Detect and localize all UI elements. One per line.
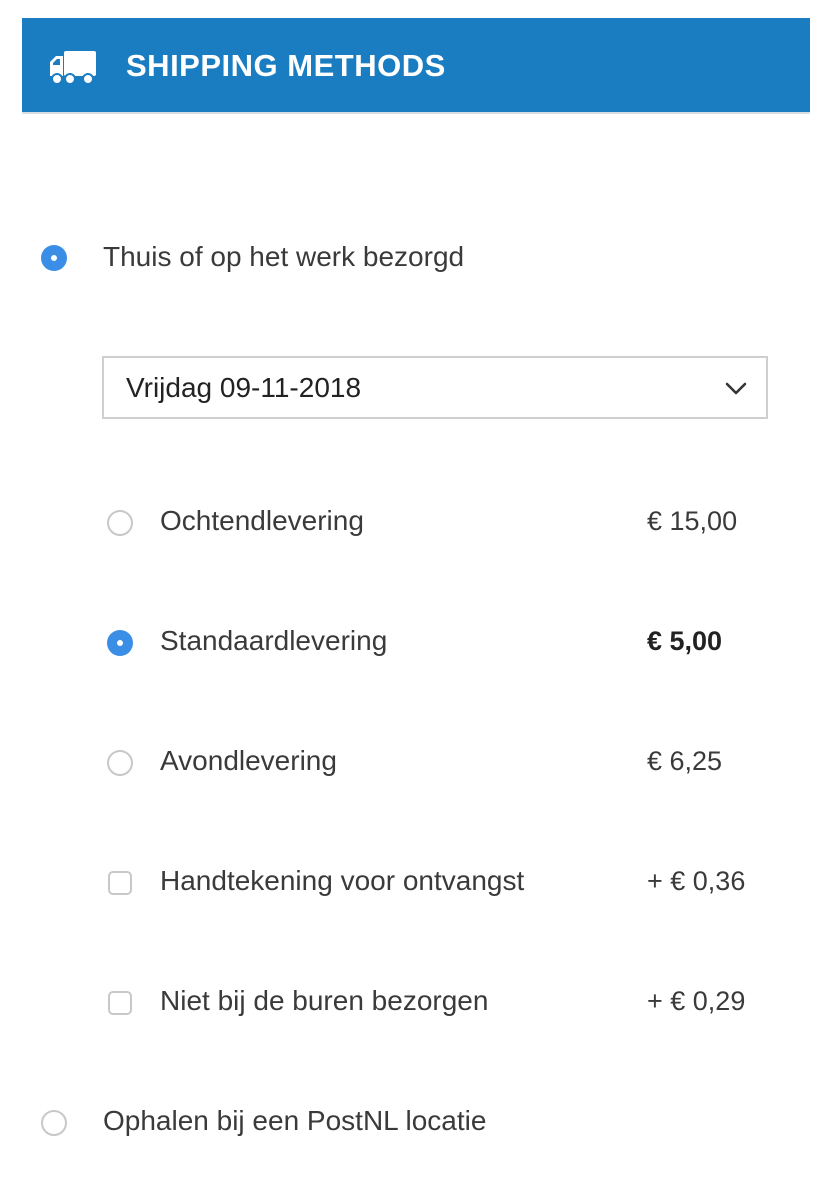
ochtendlevering-radio[interactable] [107,510,133,536]
pickup-label[interactable]: Ophalen bij een PostNL locatie [103,1104,486,1138]
pickup-radio[interactable] [41,1110,67,1136]
standaardlevering-label[interactable]: Standaardlevering [160,624,387,658]
niet-bij-buren-checkbox[interactable] [108,991,132,1015]
standaardlevering-price: € 5,00 [647,626,723,656]
niet-bij-buren-price: + € 0,29 [647,986,746,1016]
handtekening-price: + € 0,36 [647,866,746,896]
avondlevering-radio[interactable] [107,750,133,776]
chevron-down-icon [725,382,747,395]
standaardlevering-radio[interactable] [107,630,133,656]
avondlevering-price: € 6,25 [647,746,723,776]
shipping-methods-header: SHIPPING METHODS [22,18,810,114]
handtekening-label[interactable]: Handtekening voor ontvangst [160,864,524,898]
truck-icon [50,51,96,85]
niet-bij-buren-label[interactable]: Niet bij de buren bezorgen [160,984,488,1018]
delivery-date-value: Vrijdag 09-11-2018 [126,372,362,403]
delivery-date-select[interactable]: Vrijdag 09-11-2018 [102,356,768,419]
avondlevering-label[interactable]: Avondlevering [160,744,337,778]
home-delivery-label[interactable]: Thuis of op het werk bezorgd [103,240,464,274]
handtekening-checkbox[interactable] [108,871,132,895]
ochtendlevering-label[interactable]: Ochtendlevering [160,504,364,538]
home-delivery-radio[interactable] [41,245,67,271]
ochtendlevering-price: € 15,00 [647,506,738,536]
page-title: SHIPPING METHODS [126,48,446,83]
